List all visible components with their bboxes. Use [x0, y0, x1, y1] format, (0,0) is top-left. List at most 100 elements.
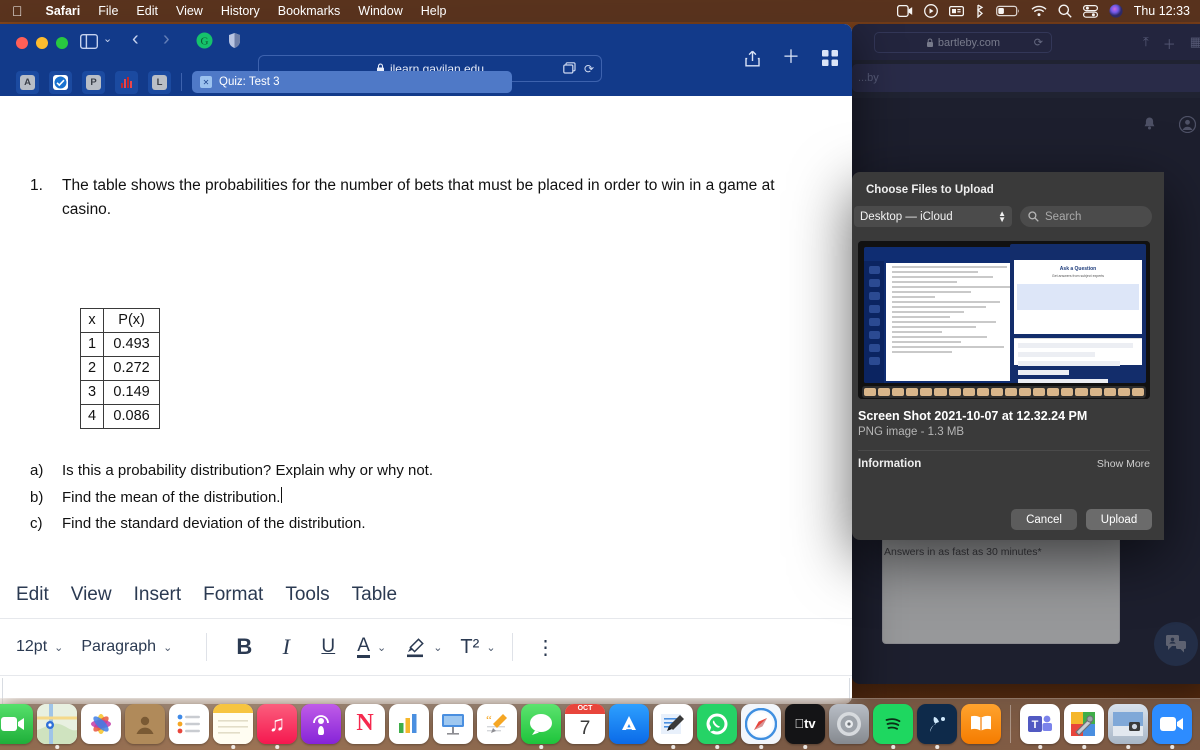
dock-item-keynote[interactable]	[433, 703, 473, 744]
screenshot-icon[interactable]	[948, 5, 964, 17]
safari-window-ilearn[interactable]: ⌄ ‹ › G ilearn.gavilan.edu ⟳ ＋ A P L ✕ Q…	[0, 24, 852, 704]
menu-item-help[interactable]: Help	[412, 4, 456, 18]
menu-item-window[interactable]: Window	[349, 4, 411, 18]
menu-bar-clock[interactable]: Thu 12:33	[1134, 4, 1190, 18]
microsoft-teams-icon: T	[1020, 703, 1060, 744]
dock-item-podcasts[interactable]	[301, 703, 341, 744]
superscript-button[interactable]: T² ⌄	[460, 636, 495, 659]
dock-item-whatsapp[interactable]	[697, 703, 737, 749]
italic-button[interactable]: I	[265, 634, 307, 660]
dock-item-notes[interactable]	[213, 703, 253, 749]
pinned-tab-canvas[interactable]	[49, 70, 72, 94]
dock-item-books[interactable]	[961, 703, 1001, 744]
menu-item-safari[interactable]: Safari	[37, 4, 90, 18]
pinned-tab-statcrunch[interactable]	[115, 70, 138, 94]
dock-item-photos[interactable]	[81, 703, 121, 744]
editor-menu-table[interactable]: Table	[352, 584, 397, 606]
calendar-day: 7	[579, 717, 591, 739]
menu-item-view[interactable]: View	[167, 4, 212, 18]
dock-item-zoom[interactable]	[1152, 703, 1192, 749]
editor-menu-edit[interactable]: Edit	[16, 584, 49, 606]
editor-menu-tools[interactable]: Tools	[285, 584, 329, 606]
editor-menubar[interactable]: Edit View Insert Format Tools Table	[0, 574, 852, 616]
macos-dock[interactable]: 13,538	[0, 698, 1200, 750]
stepper-updown-icon[interactable]: ▲ ▼	[998, 209, 1006, 223]
facetime-icon[interactable]	[896, 5, 913, 17]
macos-menu-bar[interactable]:  Safari File Edit View History Bookmark…	[0, 0, 1200, 22]
tab-quiz-test-3[interactable]: ✕ Quiz: Test 3	[192, 71, 512, 93]
dialog-search-input[interactable]: Search	[1020, 206, 1152, 227]
dock-item-apple-tv[interactable]: tv	[785, 703, 825, 749]
dock-item-messages[interactable]	[521, 703, 561, 749]
editor-menu-insert[interactable]: Insert	[134, 584, 182, 606]
choose-files-to-upload-dialog[interactable]: Choose Files to Upload Desktop — iCloud …	[852, 172, 1164, 540]
information-label: Information	[858, 458, 922, 470]
pinned-tab-l[interactable]: L	[148, 70, 171, 94]
menu-item-bookmarks[interactable]: Bookmarks	[269, 4, 350, 18]
dock-item-news[interactable]: N	[345, 703, 385, 744]
screenshot-preview[interactable]: Ask a Question Get answers from subject …	[858, 241, 1150, 399]
dock-item-kindle[interactable]	[917, 703, 957, 749]
more-options-button[interactable]: ⋮	[529, 635, 563, 660]
highlight-color-button[interactable]: ⌄	[404, 637, 442, 658]
block-format-select[interactable]: Paragraph ⌄	[81, 638, 172, 656]
tab-bar[interactable]: A P L ✕ Quiz: Test 3	[0, 68, 852, 96]
dock-item-safari[interactable]	[741, 703, 781, 749]
chevron-down-icon[interactable]: ⌄	[103, 32, 112, 45]
dock-item-music[interactable]: ♫	[257, 703, 297, 749]
menu-item-file[interactable]: File	[89, 4, 127, 18]
upload-button[interactable]: Upload	[1086, 509, 1152, 530]
close-button[interactable]	[16, 37, 28, 49]
text-color-button[interactable]: A ⌄	[357, 635, 386, 659]
tab-overview-icon[interactable]	[822, 50, 838, 67]
privacy-shield-icon[interactable]	[228, 32, 241, 49]
dock-item-numbers[interactable]	[389, 703, 429, 744]
dock-item-image-capture[interactable]	[1108, 703, 1148, 749]
dock-item-microsoft-teams[interactable]: T	[1020, 703, 1060, 749]
siri-icon[interactable]	[1109, 4, 1123, 18]
window-controls[interactable]	[16, 37, 68, 49]
editor-menu-view[interactable]: View	[71, 584, 112, 606]
menu-item-history[interactable]: History	[212, 4, 269, 18]
spotlight-search-icon[interactable]	[1058, 4, 1072, 18]
control-center-icon[interactable]	[1082, 4, 1098, 18]
location-popup-button[interactable]: Desktop — iCloud ▲ ▼	[854, 206, 1012, 227]
dock-item-contacts[interactable]	[125, 703, 165, 744]
dock-item-facetime[interactable]	[0, 703, 33, 744]
cell-x: 1	[79, 332, 105, 358]
dock-item-textedit[interactable]	[653, 703, 693, 749]
minimize-button[interactable]	[36, 37, 48, 49]
dock-item-app-store[interactable]	[609, 703, 649, 744]
dock-item-system-preferences[interactable]	[829, 703, 869, 744]
underline-button[interactable]: U	[307, 636, 349, 658]
now-playing-icon[interactable]	[923, 4, 938, 18]
dock-item-maps[interactable]	[37, 703, 77, 749]
editor-toolbar[interactable]: 12pt ⌄ Paragraph ⌄ B I U A ⌄ ⌄ T² ⌄ ⋮	[0, 618, 852, 676]
bold-button[interactable]: B	[223, 634, 265, 660]
header-x: x	[79, 307, 105, 334]
bluetooth-icon[interactable]	[975, 4, 985, 18]
dock-item-pages[interactable]: “	[477, 703, 517, 744]
font-size-select[interactable]: 12pt ⌄	[16, 638, 63, 656]
textedit-icon	[653, 703, 693, 744]
pinned-tab-a[interactable]: A	[16, 70, 39, 94]
pinned-tab-p[interactable]: P	[82, 70, 105, 94]
maximize-button[interactable]	[56, 37, 68, 49]
sidebar-toggle-icon[interactable]	[80, 34, 98, 49]
apple-logo-icon[interactable]: 	[12, 4, 23, 18]
menu-item-edit[interactable]: Edit	[127, 4, 167, 18]
grammarly-g-icon[interactable]: G	[196, 32, 213, 49]
dock-item-spotify[interactable]	[873, 703, 913, 749]
back-chevron-icon[interactable]: ‹	[132, 28, 139, 51]
forward-chevron-icon[interactable]: ›	[163, 28, 170, 51]
dock-item-xcode-tools[interactable]	[1064, 703, 1104, 749]
plus-icon[interactable]: ＋	[782, 48, 800, 67]
share-icon[interactable]	[745, 50, 760, 67]
cancel-button[interactable]: Cancel	[1011, 509, 1077, 530]
battery-icon[interactable]	[995, 5, 1020, 17]
dock-item-reminders[interactable]	[169, 703, 209, 744]
dock-item-calendar[interactable]: OCT 7	[565, 703, 605, 744]
editor-menu-format[interactable]: Format	[203, 584, 263, 606]
wifi-icon[interactable]	[1031, 5, 1047, 17]
show-more-button[interactable]: Show More	[1097, 458, 1150, 470]
